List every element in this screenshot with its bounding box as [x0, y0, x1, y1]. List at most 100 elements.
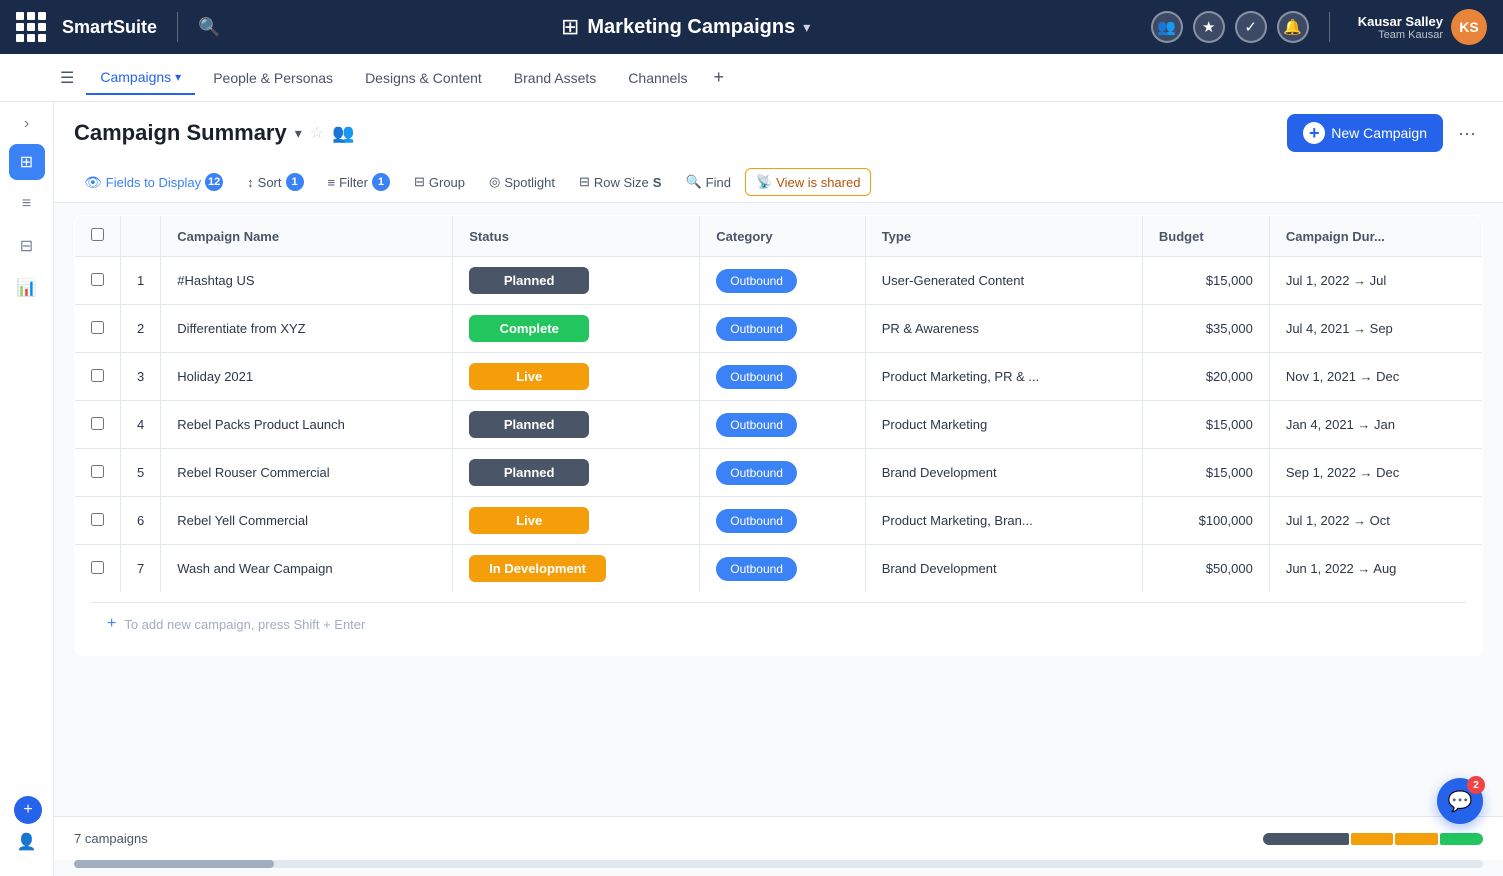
campaign-count: 7 campaigns — [74, 831, 1251, 846]
col-header-duration[interactable]: Campaign Dur... — [1269, 216, 1482, 257]
avatar[interactable]: KS — [1451, 9, 1487, 45]
table-row[interactable]: 4 Rebel Packs Product Launch Planned Out… — [75, 401, 1483, 449]
status-bar-segment — [1395, 833, 1438, 845]
filter-label: Filter — [339, 175, 368, 190]
tab-brand-assets[interactable]: Brand Assets — [500, 62, 611, 94]
table-row[interactable]: 1 #Hashtag US Planned Outbound User-Gene… — [75, 257, 1483, 305]
tabs-bar: ☰ Campaigns ▾ People & Personas Designs … — [0, 54, 1503, 102]
person-sidebar-icon[interactable]: 👤 — [9, 824, 45, 860]
status-badge: Complete — [469, 315, 589, 342]
menu-icon[interactable]: ☰ — [60, 68, 74, 88]
layout-sidebar-icon[interactable]: ⊟ — [9, 228, 45, 264]
fields-to-display-button[interactable]: 👁 Fields to Display 12 — [74, 168, 233, 196]
brand-logo[interactable]: SmartSuite — [62, 17, 157, 38]
chart-sidebar-icon[interactable]: 📊 — [9, 270, 45, 306]
status-badge: Live — [469, 363, 589, 390]
page-title-dropdown-icon[interactable]: ▾ — [295, 125, 302, 142]
view-shared-button[interactable]: 📡 View is shared — [745, 168, 872, 196]
row-campaign-name: Differentiate from XYZ — [161, 305, 453, 353]
left-sidebar: › ⊞ ≡ ⊟ 📊 👤 — [0, 102, 54, 876]
select-all-checkbox[interactable] — [91, 228, 104, 241]
more-options-button[interactable]: ··· — [1451, 117, 1483, 149]
category-badge: Outbound — [716, 317, 797, 341]
col-header-status[interactable]: Status — [453, 216, 700, 257]
row-size-icon: ⊟ — [579, 174, 590, 190]
row-checkbox[interactable] — [91, 513, 104, 526]
table-row[interactable]: 6 Rebel Yell Commercial Live Outbound Pr… — [75, 497, 1483, 545]
bell-nav-icon[interactable]: 🔔 — [1277, 11, 1309, 43]
row-checkbox[interactable] — [91, 369, 104, 382]
tab-campaigns-label: Campaigns — [100, 69, 171, 85]
tab-campaigns-dropdown-icon[interactable]: ▾ — [175, 70, 181, 84]
row-category: Outbound — [700, 353, 865, 401]
favorite-star-icon[interactable]: ☆ — [310, 123, 324, 143]
row-checkbox[interactable] — [91, 321, 104, 334]
row-status: Live — [453, 497, 700, 545]
user-name: Kausar Salley — [1358, 14, 1443, 29]
content-area: Campaign Summary ▾ ☆ 👥 + New Campaign ··… — [54, 102, 1503, 876]
category-badge: Outbound — [716, 269, 797, 293]
row-checkbox[interactable] — [91, 417, 104, 430]
row-type: PR & Awareness — [865, 305, 1142, 353]
row-size-button[interactable]: ⊟ Row Size S — [569, 169, 672, 195]
table-row[interactable]: 3 Holiday 2021 Live Outbound Product Mar… — [75, 353, 1483, 401]
row-checkbox[interactable] — [91, 561, 104, 574]
spotlight-button[interactable]: ◎ Spotlight — [479, 169, 565, 195]
row-number: 2 — [121, 305, 161, 353]
tab-designs-content-label: Designs & Content — [365, 70, 482, 86]
spotlight-icon: ◎ — [489, 174, 500, 190]
tab-channels[interactable]: Channels — [614, 62, 701, 94]
bottom-scrollbar[interactable] — [74, 860, 1483, 868]
row-category: Outbound — [700, 545, 865, 593]
col-header-campaign-name[interactable]: Campaign Name — [161, 216, 453, 257]
row-number: 5 — [121, 449, 161, 497]
tab-campaigns[interactable]: Campaigns ▾ — [86, 61, 195, 95]
checkbox-col-header — [75, 216, 121, 257]
col-header-budget[interactable]: Budget — [1142, 216, 1269, 257]
filter-icon: ≡ — [328, 175, 336, 190]
status-badge: Planned — [469, 459, 589, 486]
scrollbar-thumb[interactable] — [74, 860, 274, 868]
chat-fab[interactable]: 💬 2 — [1437, 778, 1483, 824]
bar-chart-sidebar-icon[interactable]: ≡ — [9, 186, 45, 222]
table-row[interactable]: 5 Rebel Rouser Commercial Planned Outbou… — [75, 449, 1483, 497]
table-row[interactable]: 2 Differentiate from XYZ Complete Outbou… — [75, 305, 1483, 353]
people-nav-icon[interactable]: 👥 — [1151, 11, 1183, 43]
search-icon[interactable]: 🔍 — [198, 17, 220, 38]
new-campaign-button[interactable]: + New Campaign — [1287, 114, 1443, 152]
grid-view-sidebar-icon[interactable]: ⊞ — [9, 144, 45, 180]
table-row[interactable]: 7 Wash and Wear Campaign In Development … — [75, 545, 1483, 593]
check-nav-icon[interactable]: ✓ — [1235, 11, 1267, 43]
status-bar-segment — [1440, 833, 1483, 845]
sidebar-toggle-icon[interactable]: › — [13, 110, 41, 138]
share-icon[interactable]: 👥 — [332, 123, 354, 144]
row-checkbox[interactable] — [91, 273, 104, 286]
row-campaign-name: Rebel Packs Product Launch — [161, 401, 453, 449]
row-status: Live — [453, 353, 700, 401]
filter-button[interactable]: ≡ Filter 1 — [318, 168, 400, 196]
tab-people-personas[interactable]: People & Personas — [199, 62, 347, 94]
add-tab-icon[interactable]: + — [705, 63, 732, 92]
row-checkbox[interactable] — [91, 465, 104, 478]
page-header: Campaign Summary ▾ ☆ 👥 + New Campaign ··… — [54, 102, 1503, 203]
status-bar-segment — [1263, 833, 1349, 845]
app-title: Marketing Campaigns — [587, 16, 795, 39]
find-button[interactable]: 🔍 Find — [675, 169, 740, 195]
user-info: Kausar Salley Team Kausar KS — [1358, 9, 1487, 45]
page-title-area: Campaign Summary ▾ ☆ 👥 — [74, 120, 355, 146]
fields-label: Fields to Display — [106, 175, 201, 190]
apps-grid-icon[interactable] — [16, 12, 46, 42]
status-bar-segment — [1351, 833, 1394, 845]
group-button[interactable]: ⊟ Group — [404, 169, 475, 195]
add-row-plus-icon[interactable]: + — [107, 615, 116, 633]
status-badge: Live — [469, 507, 589, 534]
col-header-type[interactable]: Type — [865, 216, 1142, 257]
tab-designs-content[interactable]: Designs & Content — [351, 62, 496, 94]
sidebar-add-button[interactable]: + — [14, 796, 42, 824]
main-layout: › ⊞ ≡ ⊟ 📊 👤 Campaign Summary ▾ ☆ 👥 + — [0, 102, 1503, 876]
star-nav-icon[interactable]: ★ — [1193, 11, 1225, 43]
sort-button[interactable]: ↕ Sort 1 — [237, 168, 313, 196]
row-campaign-name: Rebel Rouser Commercial — [161, 449, 453, 497]
col-header-category[interactable]: Category — [700, 216, 865, 257]
app-title-dropdown-icon[interactable]: ▾ — [803, 19, 810, 36]
